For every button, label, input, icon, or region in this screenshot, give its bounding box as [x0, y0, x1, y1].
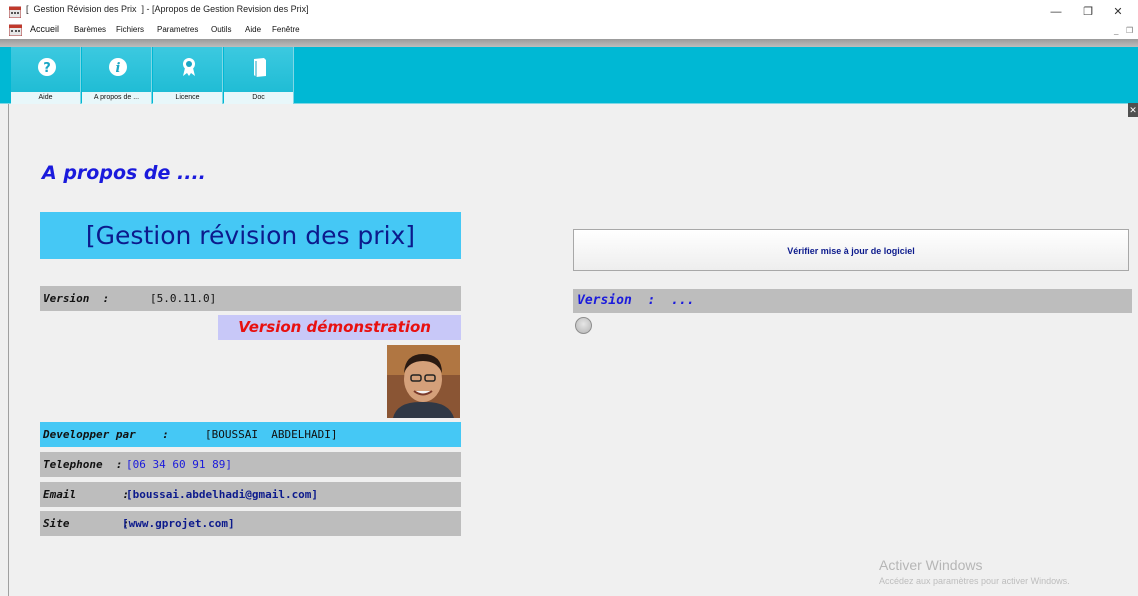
- mdi-minimize-button[interactable]: _: [1114, 26, 1118, 35]
- book-icon: [254, 58, 266, 77]
- update-version-row: Version : ...: [573, 289, 1132, 313]
- award-ribbon-icon: [183, 58, 195, 76]
- about-heading: A propos de ....: [42, 162, 206, 184]
- svg-text:?: ?: [43, 61, 51, 76]
- menu-parametres[interactable]: Parametres: [157, 25, 198, 34]
- ribbon-apropos-label: A propos de ...: [82, 92, 151, 104]
- menu-fichiers[interactable]: Fichiers: [116, 25, 144, 34]
- ribbon-doc-label: Doc: [224, 92, 293, 104]
- menu-outils[interactable]: Outils: [211, 25, 231, 34]
- help-icon: ?: [38, 58, 56, 76]
- svg-text:i: i: [116, 61, 121, 76]
- phone-value: [06 34 60 91 89]: [126, 458, 232, 471]
- menu-calendar-icon: [9, 24, 22, 36]
- menu-accueil[interactable]: Accueil: [30, 24, 59, 34]
- ribbon-licence-label: Licence: [153, 92, 222, 104]
- site-value[interactable]: [www.gprojet.com]: [122, 511, 235, 536]
- ribbon-aide-button[interactable]: ? Aide: [11, 47, 81, 104]
- ribbon-toolbar: ? Aide i A propos de ... Licence Doc: [0, 47, 1138, 104]
- email-label: Email :: [43, 488, 130, 501]
- version-value: [5.0.11.0]: [150, 292, 217, 305]
- developer-row: Developper par : [BOUSSAI ABDELHADI]: [40, 422, 461, 447]
- menu-baremes[interactable]: Barèmes: [74, 25, 106, 34]
- title-bar: [ Gestion Révision des Prix ] - [Apropos…: [0, 0, 1138, 22]
- ribbon-licence-button[interactable]: Licence: [153, 47, 223, 104]
- ribbon-doc-button[interactable]: Doc: [224, 47, 294, 104]
- email-value[interactable]: [boussai.abdelhadi@gmail.com]: [126, 482, 318, 507]
- info-icon: i: [109, 58, 127, 76]
- maximize-button[interactable]: ❐: [1076, 4, 1100, 20]
- app-window: [ Gestion Révision des Prix ] - [Apropos…: [0, 0, 1138, 596]
- app-name-banner: [Gestion révision des prix]: [40, 212, 461, 259]
- developer-photo: [387, 345, 460, 418]
- menu-fenetre[interactable]: Fenêtre: [272, 25, 300, 34]
- app-name: [Gestion révision des prix]: [85, 221, 416, 250]
- menu-aide[interactable]: Aide: [245, 25, 261, 34]
- developer-value: [BOUSSAI ABDELHADI]: [205, 428, 338, 441]
- version-label: Version :: [43, 292, 110, 305]
- ribbon-apropos-button[interactable]: i A propos de ...: [82, 47, 152, 104]
- site-row: Site : [www.gprojet.com]: [40, 511, 461, 536]
- toolbar-separator: [0, 39, 1138, 47]
- phone-label: Telephone :: [43, 458, 123, 471]
- demo-badge: Version démonstration: [218, 315, 461, 340]
- phone-row: Telephone : [06 34 60 91 89]: [40, 452, 461, 477]
- activation-watermark-text: Accédez aux paramètres pour activer Wind…: [879, 576, 1070, 586]
- version-row: Version : [5.0.11.0]: [40, 286, 461, 311]
- update-status-radio[interactable]: [575, 317, 592, 334]
- mdi-restore-button[interactable]: ❒: [1126, 26, 1133, 35]
- activation-watermark-title: Activer Windows: [879, 557, 983, 573]
- site-label: Site :: [43, 517, 130, 530]
- menu-bar: Accueil Barèmes Fichiers Parametres Outi…: [0, 22, 1138, 39]
- avatar: [387, 345, 460, 418]
- window-title: [ Gestion Révision des Prix ] - [Apropos…: [26, 4, 309, 14]
- app-calendar-icon: [9, 6, 21, 18]
- panel-close-button[interactable]: ✕: [1128, 103, 1138, 117]
- ribbon-aide-label: Aide: [11, 92, 80, 104]
- close-window-button[interactable]: ✕: [1106, 4, 1130, 20]
- developer-label: Developper par :: [43, 428, 169, 441]
- minimize-button[interactable]: —: [1044, 4, 1068, 20]
- check-update-button[interactable]: Vérifier mise à jour de logiciel: [573, 229, 1129, 271]
- email-row: Email : [boussai.abdelhadi@gmail.com]: [40, 482, 461, 507]
